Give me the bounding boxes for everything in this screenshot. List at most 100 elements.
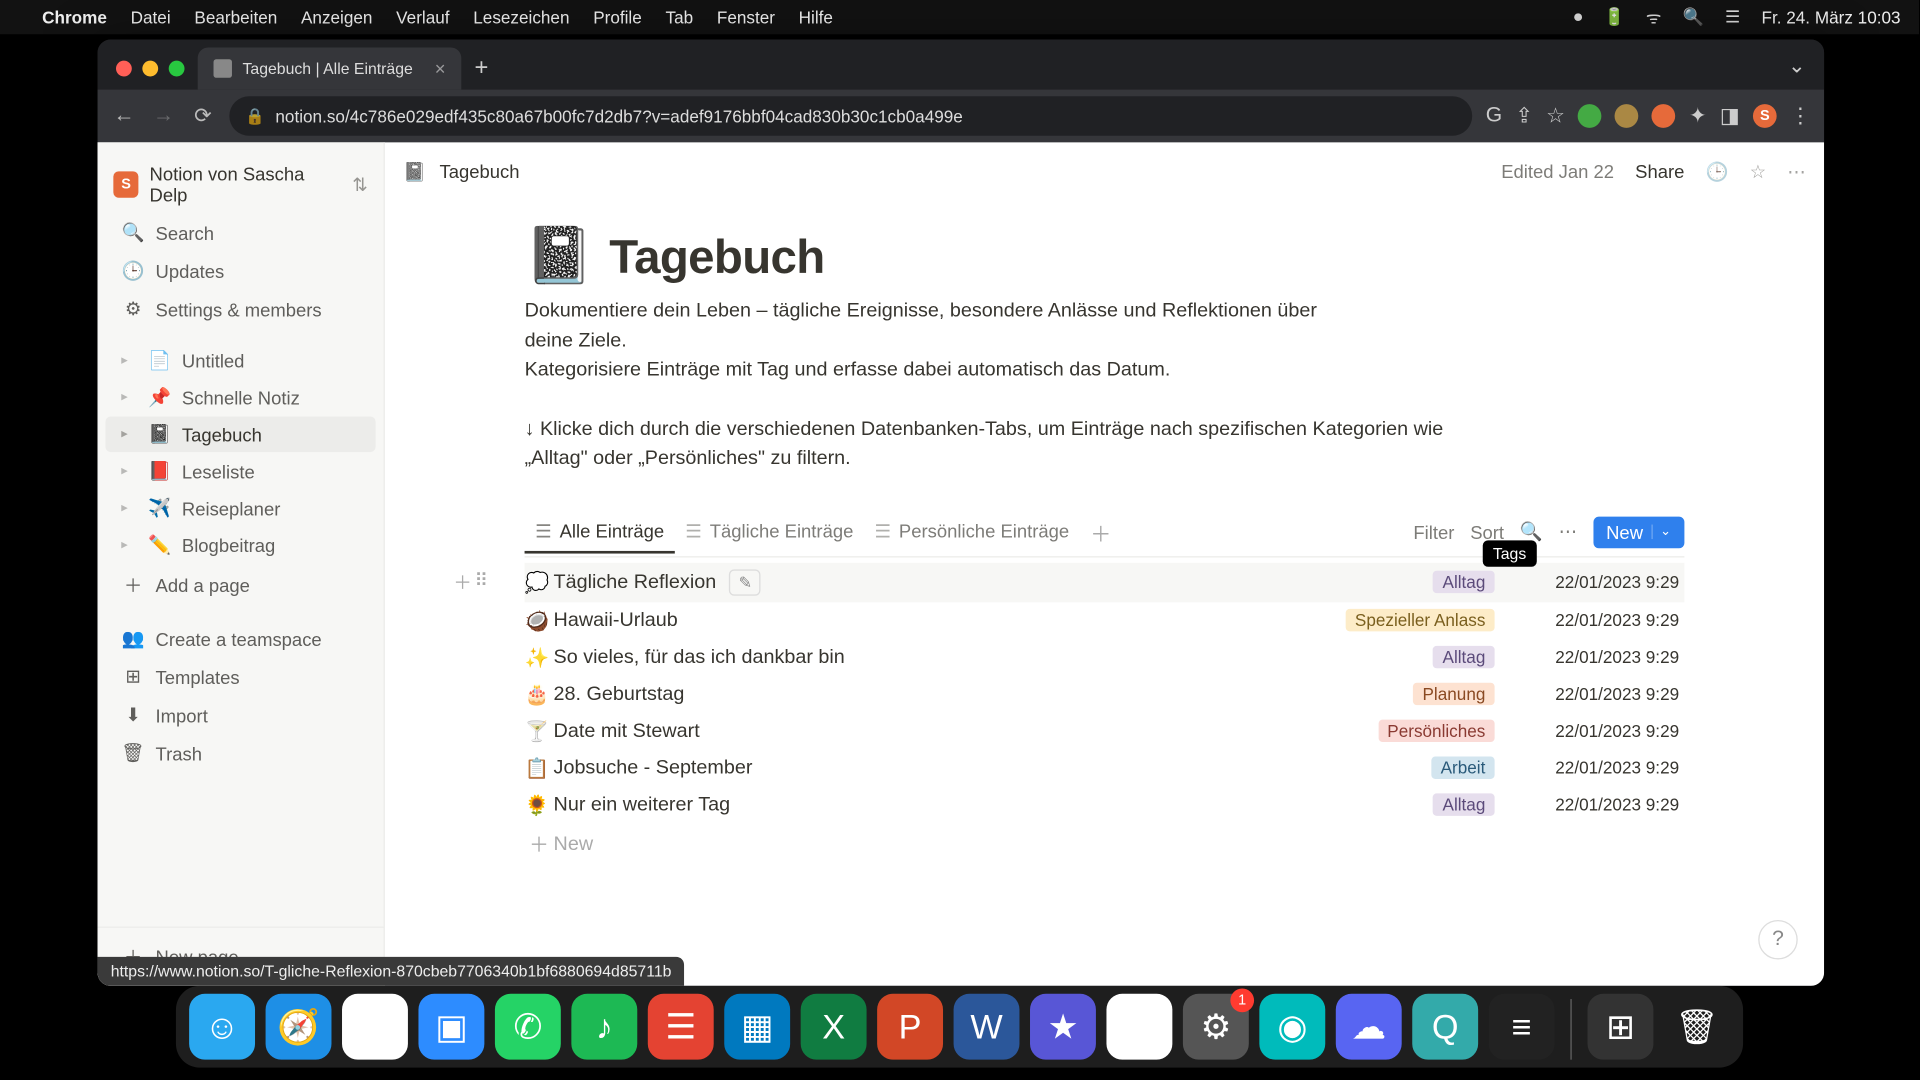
tab-list-dropdown-icon[interactable]: ⌄ — [1770, 53, 1825, 90]
dock-app-settings[interactable]: ⚙1 — [1183, 994, 1249, 1060]
db-row[interactable]: 📋Jobsuche - SeptemberArbeit22/01/2023 9:… — [525, 749, 1685, 786]
dock-app-quicktime[interactable]: Q — [1412, 994, 1478, 1060]
share-button[interactable]: Share — [1635, 161, 1684, 182]
dock-app-siri[interactable]: ◉ — [1259, 994, 1325, 1060]
row-tag[interactable]: Alltag — [1433, 571, 1494, 593]
bookmark-star-icon[interactable]: ☆ — [1546, 103, 1565, 129]
page-hint[interactable]: ↓ Klicke dich durch die verschiedenen Da… — [525, 415, 1474, 474]
sidebar-trash[interactable]: 🗑Trash — [105, 735, 375, 771]
share-icon[interactable]: ⇪ — [1515, 103, 1533, 129]
dock-app-discord[interactable]: ☁ — [1336, 994, 1402, 1060]
row-tag[interactable]: Arbeit — [1431, 757, 1494, 779]
close-window-button[interactable] — [116, 61, 132, 77]
profile-avatar[interactable]: S — [1753, 104, 1777, 128]
extension-icon[interactable] — [1615, 104, 1639, 128]
dock-app-trello[interactable]: ▦ — [724, 994, 790, 1060]
dock-app-launchpad[interactable]: ⊞ — [1588, 994, 1654, 1060]
sidebar-settings[interactable]: ⚙Settings & members — [105, 291, 375, 327]
row-tag[interactable]: Planung — [1413, 683, 1494, 705]
chevron-right-icon[interactable]: ▸ — [121, 353, 137, 367]
dock-app-word[interactable]: W — [954, 994, 1020, 1060]
reload-button[interactable]: ⟳ — [190, 103, 216, 129]
row-tag[interactable]: Alltag — [1433, 646, 1494, 668]
chrome-menu-icon[interactable]: ⋮ — [1790, 103, 1811, 129]
add-above-icon[interactable]: ＋ — [453, 569, 471, 595]
sidebar-teamspace[interactable]: 👥Create a teamspace — [105, 621, 375, 657]
db-view-tab[interactable]: ☰Alle Einträge — [525, 512, 675, 553]
dock-app-powerpoint[interactable]: P — [877, 994, 943, 1060]
menubar-clock[interactable]: Fr. 24. März 10:03 — [1762, 7, 1901, 27]
db-view-tab[interactable]: ☰Tägliche Einträge — [675, 512, 864, 553]
chevron-down-icon[interactable]: ⌄ — [1651, 525, 1671, 539]
wifi-icon[interactable]: ᯤ — [1646, 5, 1662, 29]
chevron-right-icon[interactable]: ▸ — [121, 538, 137, 552]
dock-app-voice[interactable]: ≡ — [1489, 994, 1555, 1060]
chevron-right-icon[interactable]: ▸ — [121, 427, 137, 441]
menu-verlauf[interactable]: Verlauf — [396, 7, 449, 27]
sidebar-page-item[interactable]: ▸📄Untitled — [105, 343, 375, 379]
forward-button[interactable]: → — [150, 104, 176, 128]
row-tag[interactable]: Persönliches — [1378, 720, 1495, 742]
db-row[interactable]: ＋⠿💭Tägliche Reflexion✎Alltag22/01/2023 9… — [525, 562, 1685, 602]
sidebar-page-item[interactable]: ▸✏️Blogbeitrag — [105, 527, 375, 563]
sidebar-templates[interactable]: ⊞Templates — [105, 659, 375, 695]
maximize-window-button[interactable] — [169, 61, 185, 77]
battery-icon[interactable]: 🔋 — [1603, 7, 1624, 28]
workspace-switcher[interactable]: S Notion von Sascha Delp ⇅ — [98, 156, 384, 214]
db-row[interactable]: 🌻Nur ein weiterer TagAlltag22/01/2023 9:… — [525, 786, 1685, 823]
extension-icon[interactable] — [1578, 104, 1602, 128]
db-row[interactable]: 🥥Hawaii-UrlaubSpezieller Anlass22/01/202… — [525, 602, 1685, 639]
menu-hilfe[interactable]: Hilfe — [799, 7, 833, 27]
extension-icon[interactable] — [1652, 104, 1676, 128]
dock-app-drive[interactable]: ▲ — [1106, 994, 1172, 1060]
dock-app-excel[interactable]: X — [801, 994, 867, 1060]
dock-app-todoist[interactable]: ☰ — [648, 994, 714, 1060]
menu-datei[interactable]: Datei — [131, 7, 171, 27]
row-handle[interactable]: ＋⠿ — [453, 569, 485, 595]
page-title[interactable]: Tagebuch — [609, 229, 824, 284]
db-view-tab[interactable]: ☰Persönliche Einträge — [864, 512, 1080, 553]
back-button[interactable]: ← — [111, 104, 137, 128]
sidebar-page-item[interactable]: ▸✈️Reiseplaner — [105, 490, 375, 526]
menubar-app-name[interactable]: Chrome — [42, 7, 107, 27]
address-bar[interactable]: 🔒 notion.so/4c786e029edf435c80a67b00fc7d… — [229, 96, 1472, 136]
updates-icon[interactable]: 🕒 — [1705, 160, 1728, 182]
row-tag[interactable]: Alltag — [1433, 793, 1494, 815]
sidebar-add-page[interactable]: ＋Add a page — [105, 565, 375, 605]
sidebar-search[interactable]: 🔍Search — [105, 215, 375, 251]
translate-icon[interactable]: G — [1486, 104, 1502, 128]
minimize-window-button[interactable] — [142, 61, 158, 77]
chevron-right-icon[interactable]: ▸ — [121, 464, 137, 478]
dock-app-safari[interactable]: 🧭 — [266, 994, 332, 1060]
page-description[interactable]: Dokumentiere dein Leben – tägliche Ereig… — [525, 297, 1369, 386]
spotlight-icon[interactable]: 🔍 — [1683, 7, 1704, 28]
sidebar-updates[interactable]: 🕒Updates — [105, 253, 375, 289]
dock-app-whatsapp[interactable]: ✆ — [495, 994, 561, 1060]
more-menu-icon[interactable]: ⋯ — [1787, 160, 1805, 182]
menu-fenster[interactable]: Fenster — [717, 7, 775, 27]
menu-anzeigen[interactable]: Anzeigen — [301, 7, 372, 27]
sort-button[interactable]: Sort — [1470, 521, 1504, 542]
add-view-button[interactable]: ＋ — [1082, 508, 1119, 555]
dock-app-spotify[interactable]: ♪ — [571, 994, 637, 1060]
sidebar-page-item[interactable]: ▸📕Leseliste — [105, 453, 375, 489]
menu-tab[interactable]: Tab — [666, 7, 694, 27]
dock-app-zoom[interactable]: ▣ — [418, 994, 484, 1060]
new-tab-button[interactable]: + — [461, 54, 501, 90]
db-row[interactable]: ✨So vieles, für das ich dankbar binAllta… — [525, 639, 1685, 676]
new-entry-button[interactable]: New ⌄ — [1593, 516, 1684, 548]
page-emoji[interactable]: 📓 — [525, 224, 594, 289]
panel-icon[interactable]: ◨ — [1720, 103, 1740, 129]
help-fab[interactable]: ? — [1758, 920, 1798, 960]
dock-app-imovie[interactable]: ★ — [1030, 994, 1096, 1060]
menu-profile[interactable]: Profile — [593, 7, 642, 27]
dock-app-trash[interactable]: 🗑 — [1664, 994, 1730, 1060]
db-row[interactable]: 🎂28. GeburtstagPlanung22/01/2023 9:29 — [525, 675, 1685, 712]
more-db-icon[interactable]: ⋯ — [1559, 521, 1577, 543]
extensions-menu-icon[interactable]: ✦ — [1689, 103, 1707, 129]
sidebar-page-item[interactable]: ▸📓Tagebuch — [105, 416, 375, 452]
filter-button[interactable]: Filter — [1413, 521, 1454, 542]
menu-bearbeiten[interactable]: Bearbeiten — [194, 7, 277, 27]
menu-lesezeichen[interactable]: Lesezeichen — [473, 7, 569, 27]
breadcrumb[interactable]: Tagebuch — [439, 161, 519, 182]
